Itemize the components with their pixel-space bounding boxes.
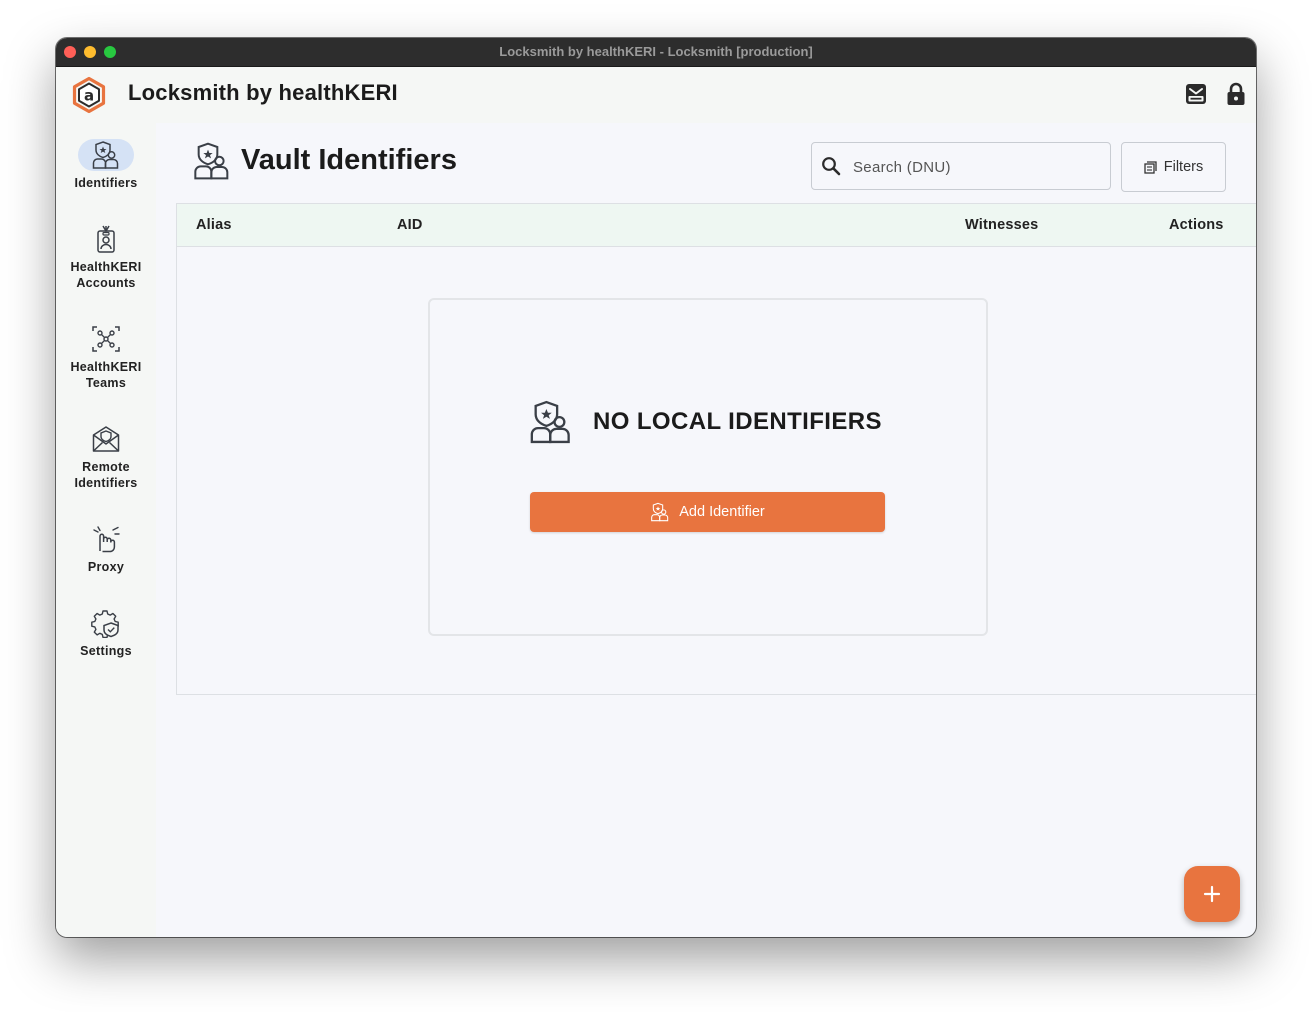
nav-icon-container <box>78 323 134 355</box>
sidebar-item-label: HealthKERI Accounts <box>70 260 142 290</box>
mail-shield-icon <box>92 426 120 452</box>
column-header-actions: Actions <box>1169 217 1224 233</box>
nav-icon-container <box>78 139 134 171</box>
badge-icon <box>97 225 115 253</box>
table-header: Alias AID Witnesses Actions <box>177 204 1256 247</box>
sidebar-item-settings[interactable]: Settings <box>56 607 156 659</box>
nav-icon-container <box>78 423 134 455</box>
sidebar-item-label: Remote Identifiers <box>74 460 138 490</box>
sidebar-item-label: Identifiers <box>74 176 138 190</box>
main-content: Vault Identifiers Filters Alias AID Witn… <box>156 123 1256 937</box>
add-identifier-button[interactable]: Add Identifier <box>530 492 885 532</box>
sidebar-item-identifiers[interactable]: Identifiers <box>56 139 156 191</box>
sidebar-item-remote-identifiers[interactable]: Remote Identifiers <box>56 423 156 491</box>
page-title: Vault Identifiers <box>241 144 457 176</box>
window-title: Locksmith by healthKERI - Locksmith [pro… <box>499 44 813 59</box>
filters-button[interactable]: Filters <box>1121 142 1226 192</box>
identifiers-icon <box>651 502 669 522</box>
nav-icon-container <box>78 523 134 555</box>
add-identifier-label: Add Identifier <box>679 504 765 520</box>
add-fab-button[interactable] <box>1184 866 1240 922</box>
empty-state-card: NO LOCAL IDENTIFIERS Add Identifier <box>428 298 988 636</box>
sidebar-item-healthkeri-accounts[interactable]: HealthKERI Accounts <box>56 223 156 291</box>
column-header-witnesses[interactable]: Witnesses <box>965 217 1038 233</box>
svg-text:a: a <box>84 87 94 105</box>
app-title: Locksmith by healthKERI <box>128 80 398 105</box>
sidebar: Identifiers HealthKERI Accounts HealthKE… <box>56 123 156 937</box>
column-header-alias[interactable]: Alias <box>196 217 232 233</box>
filters-label: Filters <box>1163 159 1204 175</box>
app-bar: a Locksmith by healthKERI <box>56 67 1256 123</box>
search-field[interactable] <box>811 142 1111 190</box>
search-input[interactable] <box>851 155 1095 179</box>
nav-icon-container <box>78 223 134 255</box>
identifiers-icon <box>92 141 119 169</box>
app-window: Locksmith by healthKERI - Locksmith [pro… <box>56 38 1256 937</box>
empty-state-title: NO LOCAL IDENTIFIERS <box>593 408 882 435</box>
identifiers-icon <box>194 142 229 180</box>
lock-icon[interactable] <box>1223 81 1249 107</box>
gear-shield-icon <box>91 610 119 638</box>
identifiers-icon <box>530 400 570 444</box>
search-icon <box>822 157 841 176</box>
sidebar-item-label: Proxy <box>87 560 125 574</box>
column-header-aid[interactable]: AID <box>397 217 423 233</box>
sidebar-item-label: HealthKERI Teams <box>70 360 142 390</box>
sidebar-item-proxy[interactable]: Proxy <box>56 523 156 575</box>
inbox-icon[interactable] <box>1183 81 1209 107</box>
plus-icon <box>1203 885 1221 903</box>
hexagon-a-logo: a <box>72 76 106 114</box>
hand-pointer-icon <box>93 526 120 553</box>
filter-icon <box>1144 160 1157 174</box>
title-bar: Locksmith by healthKERI - Locksmith [pro… <box>56 38 1256 67</box>
network-icon <box>92 326 120 352</box>
nav-icon-container <box>78 607 134 639</box>
identifiers-table: Alias AID Witnesses Actions NO LOCAL IDE… <box>176 203 1256 695</box>
sidebar-item-label: Settings <box>80 644 132 658</box>
sidebar-item-healthkeri-teams[interactable]: HealthKERI Teams <box>56 323 156 391</box>
